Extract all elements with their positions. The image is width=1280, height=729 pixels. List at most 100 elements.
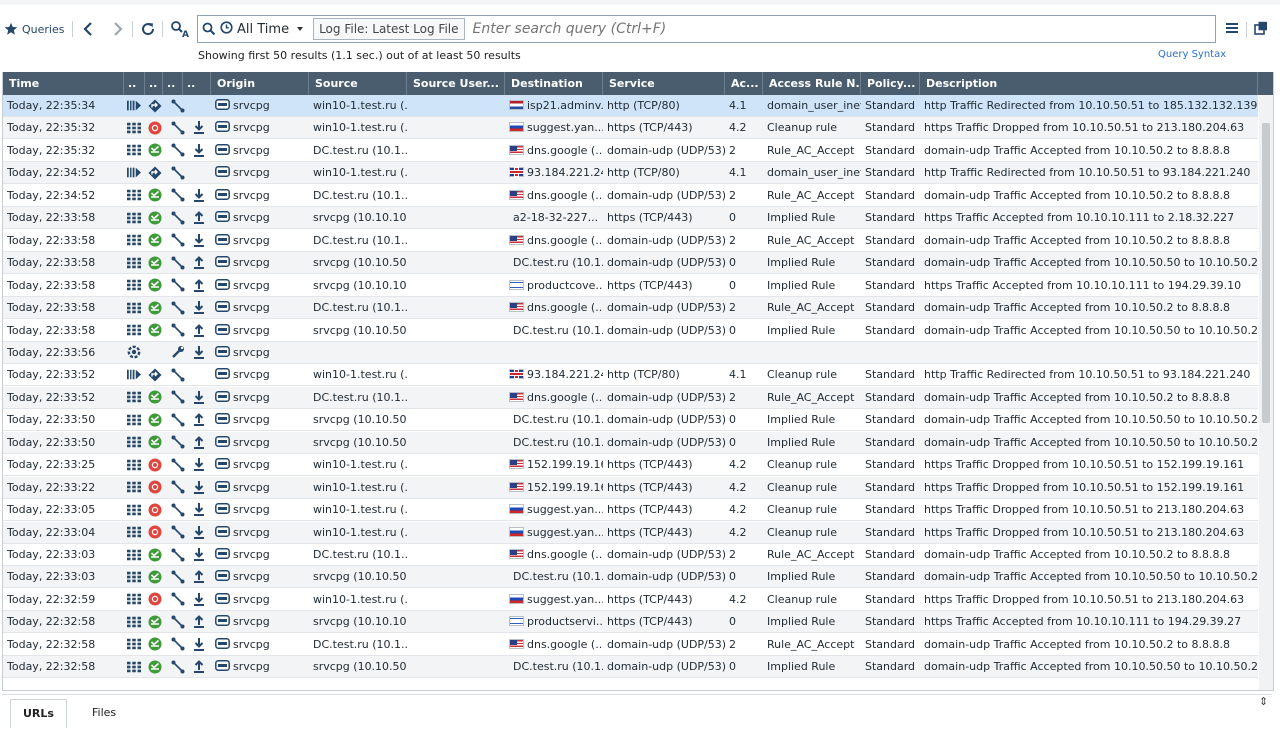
gateway-icon (215, 118, 230, 138)
cell-policy: Standard (865, 570, 916, 584)
table-row[interactable]: Today, 22:35:34 srvcpg win10-1.test.ru (..… (3, 95, 1258, 117)
table-row[interactable]: Today, 22:35:32 srvcpg DC.test.ru (10.1...… (3, 140, 1258, 162)
cell-action: 0 (729, 256, 736, 270)
search-icon[interactable] (198, 22, 220, 36)
origin-label: srvcpg (233, 503, 270, 517)
upload-arrow-icon (192, 211, 206, 225)
search-input[interactable] (464, 20, 1215, 38)
gateway-icon (215, 567, 230, 587)
header-col-origin[interactable]: Origin (211, 72, 309, 95)
table-row[interactable]: Today, 22:33:50 srvcpg srvcpg (10.10.50...… (3, 409, 1258, 432)
table-row[interactable]: Today, 22:33:58 srvcpg DC.test.ru (10.1...… (3, 230, 1258, 252)
cell-destination: 93.184.221.240 (505, 162, 603, 183)
download-arrow-icon (192, 503, 206, 517)
header-col-time[interactable]: Time (3, 72, 124, 95)
expand-panel-icon[interactable]: ⇕ (1259, 695, 1268, 708)
header-col-flag-2[interactable]: .. (145, 72, 163, 95)
table-row[interactable]: Today, 22:33:03 srvcpg srvcpg (10.10.50...… (3, 566, 1258, 589)
queries-button[interactable]: Queries (4, 14, 68, 44)
cell-service: domain-udp (UDP/53) (607, 413, 725, 427)
header-col-flag-3[interactable]: .. (163, 72, 183, 95)
scrollbar-thumb[interactable] (1262, 123, 1270, 423)
table-row[interactable]: Today, 22:32:58 srvcpg DC.test.ru (10.1...… (3, 634, 1258, 656)
forward-button[interactable] (108, 14, 128, 44)
accept-icon (148, 660, 162, 674)
upload-arrow-icon (192, 278, 206, 292)
table-row[interactable]: Today, 22:34:52 srvcpg win10-1.test.ru (..… (3, 162, 1258, 185)
table-row[interactable]: Today, 22:32:58 srvcpg srvcpg (10.10.10...… (3, 611, 1258, 634)
header-col-description[interactable]: Description (920, 72, 1258, 95)
vertical-scrollbar[interactable] (1259, 95, 1273, 690)
query-syntax-link[interactable]: Query Syntax (1158, 49, 1226, 60)
header-col-action[interactable]: Ac... (725, 72, 763, 95)
cell-origin: srvcpg (211, 432, 309, 453)
table-row[interactable]: Today, 22:33:05 srvcpg win10-1.test.ru (..… (3, 499, 1258, 522)
table-row[interactable]: Today, 22:33:03 srvcpg DC.test.ru (10.1...… (3, 544, 1258, 566)
origin-label: srvcpg (233, 413, 270, 427)
cell-policy: Standard (865, 233, 916, 247)
time-filter-label: All Time (237, 21, 290, 37)
cell-description: https Traffic Dropped from 10.10.50.51 t… (924, 458, 1245, 472)
origin-label: srvcpg (233, 480, 270, 494)
menu-button[interactable] (1220, 16, 1244, 42)
cell-description: domain-udp Traffic Accepted from 10.10.5… (924, 435, 1258, 449)
tab-files[interactable]: Files (80, 699, 128, 727)
table-row[interactable]: Today, 22:33:22 srvcpg win10-1.test.ru (..… (3, 476, 1258, 499)
drop-icon (148, 458, 162, 472)
cell-description: http Traffic Redirected from 10.10.50.51… (924, 99, 1258, 112)
table-row[interactable]: Today, 22:33:58 srvcpg srvcpg (10.10.10...… (3, 207, 1258, 230)
time-filter-dropdown[interactable]: All Time (220, 20, 309, 38)
cell-destination: dns.google (... (505, 297, 603, 318)
table-row[interactable]: Today, 22:32:58 srvcpg srvcpg (10.10.50...… (3, 656, 1258, 679)
table-row[interactable]: Today, 22:32:59 srvcpg win10-1.test.ru (..… (3, 589, 1258, 611)
country-flag-icon (509, 279, 524, 290)
detach-window-button[interactable] (1249, 16, 1273, 42)
gateway-icon (215, 141, 230, 161)
table-row[interactable]: Today, 22:33:04 srvcpg win10-1.test.ru (..… (3, 521, 1258, 544)
table-row[interactable]: Today, 22:33:56 srvcpg (3, 341, 1258, 364)
table-row[interactable]: Today, 22:33:58 srvcpg srvcpg (10.10.50...… (3, 252, 1258, 275)
drop-icon (148, 480, 162, 494)
destination-label: dns.google (... (527, 233, 603, 247)
connection-icon (171, 121, 185, 135)
header-col-service[interactable]: Service (603, 72, 725, 95)
table-row[interactable]: Today, 22:33:58 srvcpg srvcpg (10.10.50...… (3, 320, 1258, 342)
header-col-flag-1[interactable]: .. (124, 72, 145, 95)
auto-refresh-search-button[interactable]: A (168, 14, 192, 44)
back-button[interactable] (78, 14, 98, 44)
table-row[interactable]: Today, 22:33:52 srvcpg DC.test.ru (10.1...… (3, 386, 1258, 409)
header-col-source-user[interactable]: Source User... (407, 72, 505, 95)
cell-time: Today, 22:33:03 (7, 570, 96, 584)
accept-icon (148, 301, 162, 315)
log-file-chip[interactable]: Log File: Latest Log File (313, 18, 465, 40)
connection-icon (171, 660, 185, 674)
refresh-button[interactable] (137, 14, 159, 44)
table-row[interactable]: Today, 22:33:25 srvcpg win10-1.test.ru (..… (3, 454, 1258, 477)
cell-policy: Standard (865, 458, 916, 472)
country-flag-icon (509, 459, 524, 470)
cell-origin: srvcpg (211, 320, 309, 341)
blade-grid-icon (127, 481, 141, 494)
origin-label: srvcpg (233, 233, 270, 247)
blade-grid-icon (127, 570, 141, 583)
cell-action: 0 (729, 278, 736, 292)
table-row[interactable]: Today, 22:33:52 srvcpg win10-1.test.ru (..… (3, 364, 1258, 387)
table-row[interactable]: Today, 22:33:58 srvcpg srvcpg (10.10.10...… (3, 275, 1258, 297)
origin-label: srvcpg (233, 435, 270, 449)
table-row[interactable]: Today, 22:33:58 srvcpg DC.test.ru (10.1...… (3, 297, 1258, 320)
header-col-flag-4[interactable]: .. (183, 72, 211, 95)
tab-urls[interactable]: URLs (10, 699, 67, 728)
table-row[interactable]: Today, 22:35:32 srvcpg win10-1.test.ru (..… (3, 117, 1258, 140)
header-col-destination[interactable]: Destination (505, 72, 603, 95)
cell-description: domain-udp Traffic Accepted from 10.10.5… (924, 570, 1258, 584)
table-row[interactable]: Today, 22:34:52 srvcpg DC.test.ru (10.1...… (3, 185, 1258, 207)
download-arrow-icon (192, 548, 206, 561)
header-col-access-rule[interactable]: Access Rule N... (763, 72, 861, 95)
upload-arrow-icon (192, 435, 206, 449)
header-col-source[interactable]: Source (309, 72, 407, 95)
header-col-policy[interactable]: Policy... (861, 72, 920, 95)
blade-grid-icon (127, 413, 141, 426)
cell-access-rule: Cleanup rule (767, 121, 837, 135)
gateway-icon (215, 231, 230, 251)
table-row[interactable]: Today, 22:33:50 srvcpg srvcpg (10.10.50...… (3, 431, 1258, 454)
